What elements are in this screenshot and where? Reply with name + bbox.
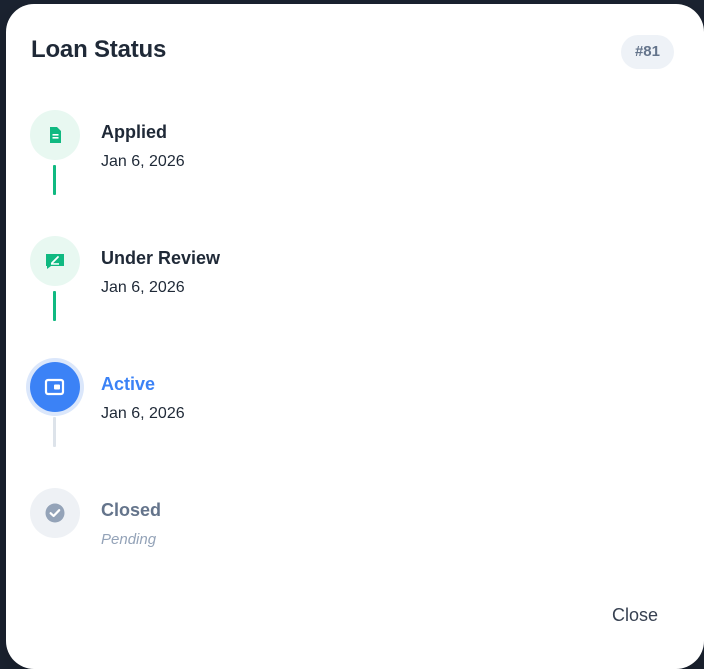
loan-status-modal: Loan Status #81 Applied Jan 6, 2026 Unde… xyxy=(6,4,704,669)
timeline-step-applied: Applied Jan 6, 2026 xyxy=(30,110,590,220)
step-date: Jan 6, 2026 xyxy=(101,153,185,170)
step-circle xyxy=(30,110,80,160)
document-icon xyxy=(50,127,61,143)
step-label: Applied xyxy=(101,122,167,142)
step-circle xyxy=(30,488,80,538)
review-icon xyxy=(46,254,64,269)
modal-title: Loan Status xyxy=(31,36,167,63)
loan-id-badge: #81 xyxy=(620,35,674,69)
check-circle-icon xyxy=(45,503,65,523)
step-label: Closed xyxy=(101,500,162,520)
step-connector xyxy=(53,165,56,195)
close-button[interactable]: Close xyxy=(612,605,658,626)
timeline-step-under-review: Under Review Jan 6, 2026 xyxy=(30,236,590,346)
step-circle xyxy=(30,236,80,286)
timeline-step-closed: Closed Pending xyxy=(30,488,590,598)
timeline-step-active: Active Jan 6, 2026 xyxy=(30,362,590,472)
wallet-icon xyxy=(44,378,65,396)
step-date: Pending xyxy=(101,531,157,548)
step-date: Jan 6, 2026 xyxy=(101,279,185,296)
step-connector xyxy=(53,417,56,447)
step-date: Jan 6, 2026 xyxy=(101,405,185,422)
step-label: Under Review xyxy=(101,248,221,268)
step-connector xyxy=(53,291,56,321)
step-circle xyxy=(30,362,80,412)
step-label: Active xyxy=(101,374,156,394)
